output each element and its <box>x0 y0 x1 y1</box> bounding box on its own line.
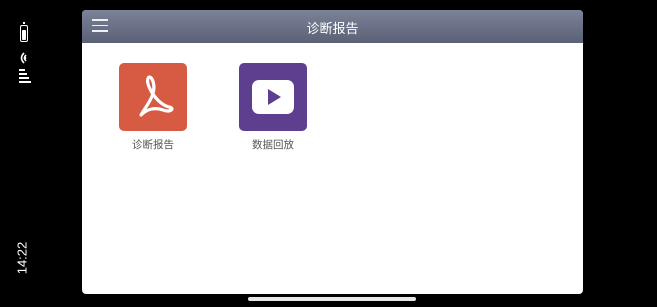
pdf-icon <box>119 63 187 131</box>
time-label: 14:22 <box>14 241 30 275</box>
play-video-icon <box>239 63 307 131</box>
data-playback-tile[interactable]: 数据回放 <box>238 63 308 152</box>
tile-label: 数据回放 <box>252 139 294 151</box>
clock: 14:22 <box>8 232 36 284</box>
battery-icon <box>20 22 28 42</box>
wifi-icon <box>20 52 27 64</box>
home-indicator[interactable] <box>248 297 416 301</box>
app-window: 诊断报告 诊断报告 数据回放 <box>82 10 583 294</box>
diagnostic-report-tile[interactable]: 诊断报告 <box>118 63 188 152</box>
header-bar: 诊断报告 <box>82 10 583 43</box>
status-bar: 14:22 <box>0 0 62 307</box>
tile-label: 诊断报告 <box>132 139 174 151</box>
page-title: 诊断报告 <box>306 22 359 37</box>
signal-icon <box>19 69 31 83</box>
